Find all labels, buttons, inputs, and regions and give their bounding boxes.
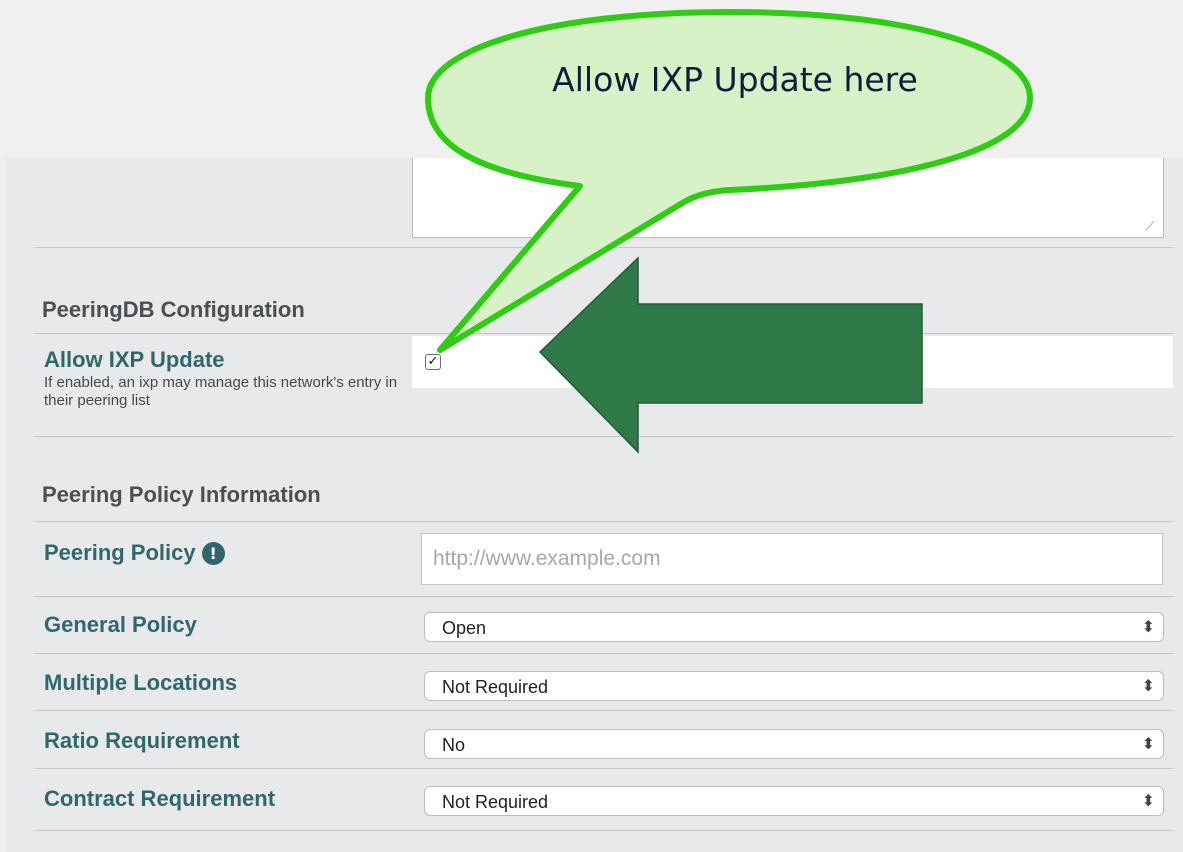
callout-text: Allow IXP Update here [552, 60, 918, 99]
annotation-overlay [425, 9, 1033, 454]
arrow-pointing-left-icon [538, 256, 923, 454]
